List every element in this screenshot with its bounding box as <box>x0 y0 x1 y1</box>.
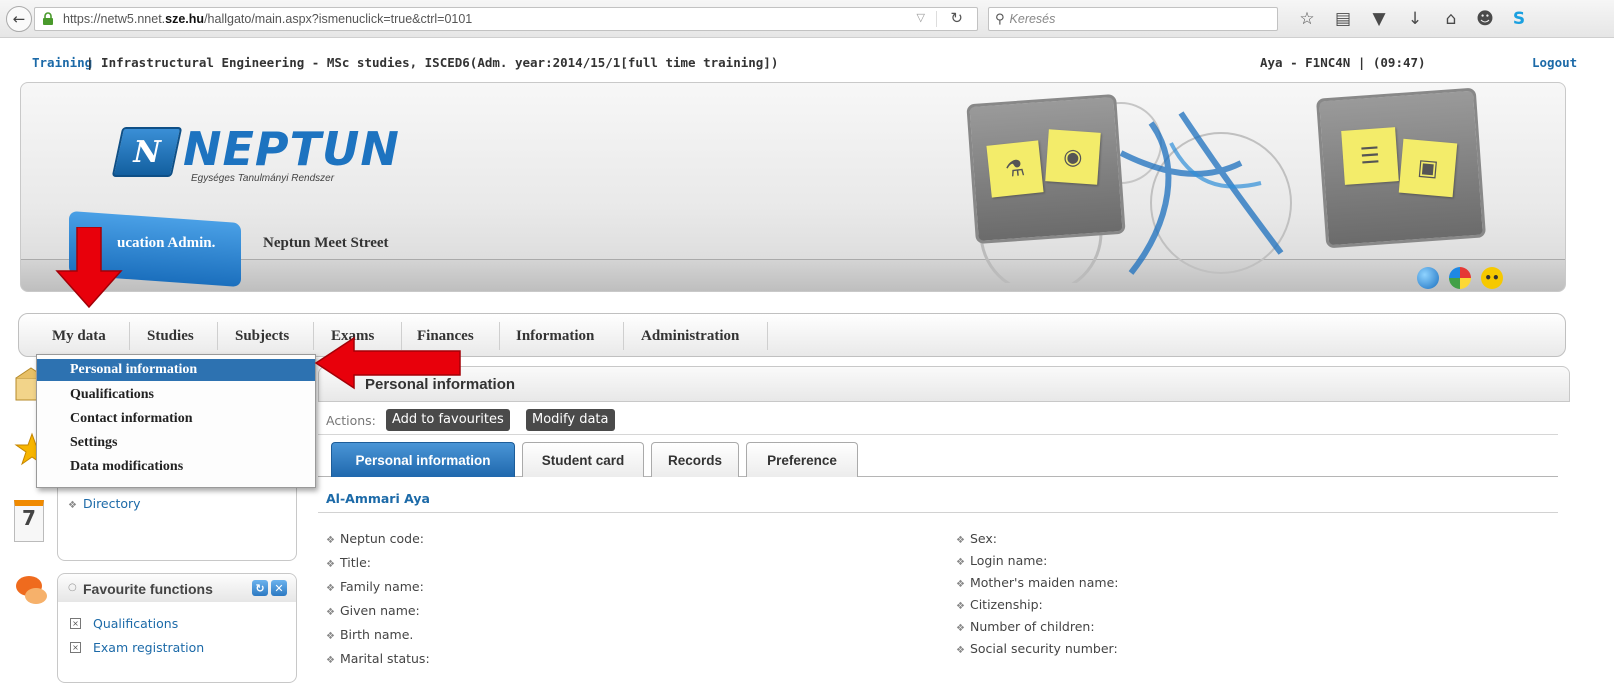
dropdown-personal-information[interactable]: Personal information <box>37 359 315 381</box>
dropdown-settings[interactable]: Settings <box>37 432 315 454</box>
field-number-of-children: Number of children: <box>956 619 1095 634</box>
color-wheel-icon[interactable] <box>1449 267 1471 289</box>
address-bar[interactable]: https://netw5.nnet.sze.hu/hallgato/main.… <box>34 7 978 31</box>
laptop-sticky-icon: ▣ <box>1398 138 1458 198</box>
home-icon[interactable]: ⌂ <box>1440 8 1462 30</box>
browser-toolbar: ← https://netw5.nnet.sze.hu/hallgato/mai… <box>0 0 1614 38</box>
add-to-favourites-button[interactable]: Add to favourites <box>386 409 510 431</box>
remove-favourite-icon[interactable]: × <box>70 618 81 629</box>
logo-subtitle: Egységes Tanulmányi Rendszer <box>191 173 335 184</box>
books-sticky-icon: ☰ <box>1341 127 1399 185</box>
pocket-icon[interactable]: ▼ <box>1368 8 1390 30</box>
red-arrow-left-icon <box>314 336 461 390</box>
menu-information[interactable]: Information <box>516 328 594 345</box>
actions-label: Actions: <box>326 413 376 428</box>
dropdown-qualifications[interactable]: Qualifications <box>37 384 315 406</box>
training-description: | Infrastructural Engineering - MSc stud… <box>86 55 779 70</box>
bookmark-star-icon[interactable]: ☆ <box>1296 8 1318 30</box>
field-citizenship: Citizenship: <box>956 597 1043 612</box>
directory-panel: ❖ Directory <box>57 487 297 561</box>
red-arrow-down-icon <box>55 227 123 309</box>
user-session-info: Aya - F1NC4N | (09:47) <box>1260 55 1426 70</box>
menu-studies[interactable]: Studies <box>147 328 194 345</box>
neptun-logo-mark: N <box>111 127 183 177</box>
accessibility-icon[interactable]: •• <box>1481 267 1503 289</box>
reload-icon[interactable]: ↻ <box>950 9 963 27</box>
panel-bullet-icon: ○ <box>68 582 77 593</box>
tab-personal-information[interactable]: Personal information <box>331 442 515 477</box>
chemistry-sticky-icon: ⚗ <box>986 140 1044 198</box>
browser-search-input[interactable]: ⚲ Keresés <box>988 7 1278 31</box>
tab-student-card[interactable]: Student card <box>522 442 644 477</box>
globe-icon[interactable] <box>1417 267 1439 289</box>
my-data-dropdown: Personal information Qualifications Cont… <box>36 354 316 488</box>
dropdown-data-modifications[interactable]: Data modifications <box>37 456 315 478</box>
chat-icon[interactable]: ☻ <box>1474 8 1496 30</box>
favourites-title: Favourite functions <box>83 581 213 597</box>
main-menu-bar: My data Studies Subjects Exams Finances … <box>18 313 1566 357</box>
menu-my-data[interactable]: My data <box>52 328 106 345</box>
neptun-logo[interactable]: N NEPTUN Egységes Tanulmányi Rendszer <box>111 122 400 184</box>
menu-subjects[interactable]: Subjects <box>235 328 289 345</box>
tab-preference[interactable]: Preference <box>746 442 858 477</box>
field-family-name: Family name: <box>326 579 424 594</box>
tab-records[interactable]: Records <box>651 442 739 477</box>
favourite-qualifications-link[interactable]: Qualifications <box>93 616 178 631</box>
forum-bubbles-icon[interactable] <box>14 572 50 612</box>
meet-street-link[interactable]: Neptun Meet Street <box>263 235 389 252</box>
field-sex: Sex: <box>956 531 997 546</box>
close-icon[interactable]: ✕ <box>271 580 287 596</box>
favourite-functions-panel: ○ Favourite functions ↻ ✕ × Qualificatio… <box>57 573 297 683</box>
field-marital-status: Marital status: <box>326 651 430 666</box>
training-link[interactable]: Training <box>32 55 92 70</box>
logo-title: NEPTUN <box>183 122 400 176</box>
field-login-name: Login name: <box>956 553 1047 568</box>
field-neptun-code: Neptun code: <box>326 531 424 546</box>
url-text: https://netw5.nnet.sze.hu/hallgato/main.… <box>63 12 473 26</box>
header-banner: N NEPTUN Egységes Tanulmányi Rendszer uc… <box>20 82 1566 292</box>
logout-link[interactable]: Logout <box>1532 55 1577 70</box>
field-social-security-number: Social security number: <box>956 641 1118 656</box>
student-name: Al-Ammari Aya <box>326 491 430 506</box>
download-icon[interactable]: ↓ <box>1404 8 1426 30</box>
dropdown-contact-information[interactable]: Contact information <box>37 408 315 430</box>
skype-icon[interactable]: S <box>1508 8 1530 30</box>
field-mothers-maiden-name: Mother's maiden name: <box>956 575 1119 590</box>
session-info-bar: Training | Infrastructural Engineering -… <box>0 55 1614 75</box>
search-icon: ⚲ <box>995 11 1005 27</box>
url-dropdown-icon[interactable]: ▽ <box>917 11 925 24</box>
favourite-exam-registration-link[interactable]: Exam registration <box>93 640 204 655</box>
refresh-icon[interactable]: ↻ <box>252 580 268 596</box>
education-admin-label[interactable]: ucation Admin. <box>117 235 215 252</box>
directory-link[interactable]: ❖ Directory <box>68 496 141 511</box>
modify-data-button[interactable]: Modify data <box>526 409 615 431</box>
field-birth-name: Birth name. <box>326 627 413 642</box>
reading-list-icon[interactable]: ▤ <box>1332 8 1354 30</box>
menu-administration[interactable]: Administration <box>641 328 739 345</box>
search-placeholder: Keresés <box>1009 12 1056 26</box>
calendar-icon[interactable]: 7 <box>14 500 44 542</box>
remove-favourite-icon[interactable]: × <box>70 642 81 653</box>
field-given-name: Given name: <box>326 603 420 618</box>
lock-icon <box>41 12 55 26</box>
field-title: Title: <box>326 555 371 570</box>
content-header: Personal information <box>318 366 1570 402</box>
globe-sticky-icon: ◉ <box>1045 129 1101 185</box>
back-icon[interactable]: ← <box>6 6 32 32</box>
